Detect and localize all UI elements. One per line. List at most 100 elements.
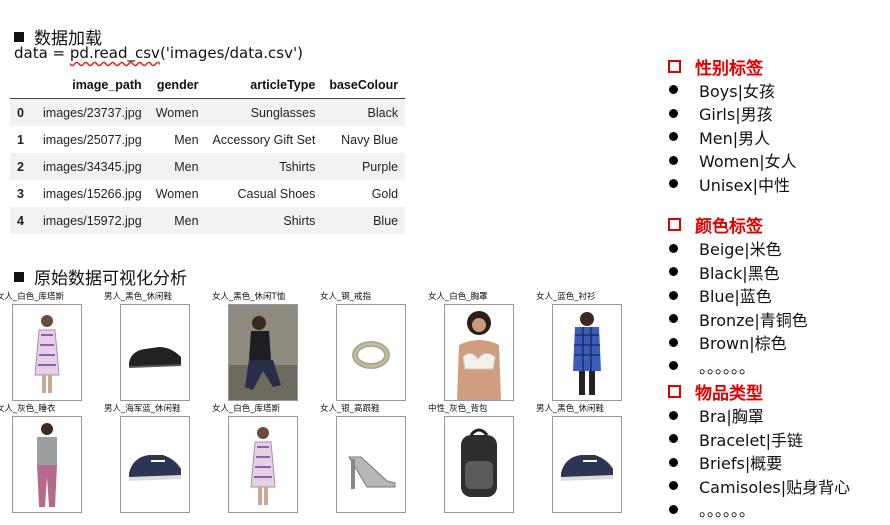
table-row: 0 images/23737.jpg Women Sunglasses Black	[10, 98, 406, 126]
table-cell-idx: 2	[10, 153, 36, 180]
table-cell-image_path: images/15266.jpg	[43, 186, 142, 201]
table-cell-image_path: images/23737.jpg	[36, 98, 149, 126]
gallery-caption: 女人_黑色_休闲T恤	[212, 292, 286, 302]
kurta-icon	[12, 304, 82, 401]
table-cell-articletype: Tshirts	[205, 153, 323, 180]
table-cell-basecolour: Purple	[322, 153, 406, 180]
table-row: 3 images/15266.jpg Women Casual Shoes Gold	[10, 180, 405, 207]
gallery-item: 中性_灰色_背包	[428, 402, 532, 513]
bullet-dot-icon	[669, 457, 678, 467]
label-text: 。。。。。。	[699, 357, 756, 377]
label-text: Unisex|中性	[699, 175, 791, 195]
heel-icon	[336, 416, 406, 513]
bullet-dot-icon	[669, 361, 678, 371]
label-text: Briefs|概要	[699, 454, 783, 474]
gallery-item: 女人_银_高跟鞋	[320, 402, 424, 513]
bullet-dot-icon	[669, 481, 678, 491]
table-cell-articletype: Casual Shoes	[237, 186, 316, 201]
shirt-icon	[552, 304, 622, 401]
gallery-caption: 男人_海军蓝_休闲鞋	[104, 404, 181, 414]
gallery-caption: 男人_黑色_休闲鞋	[104, 292, 173, 302]
table-cell-basecolour: Navy Blue	[341, 132, 399, 147]
table-cell-gender: Women	[148, 98, 206, 126]
gallery-item: 女人_灰色_睡衣	[0, 402, 100, 513]
table-cell-idx: 0	[10, 98, 36, 126]
label-list-item: Women|女人	[668, 149, 888, 173]
label-list-item: 。。。。。。	[668, 498, 888, 522]
bullet-dot-icon	[669, 243, 678, 253]
bullet-dot-icon	[669, 267, 678, 277]
label-list-item: Camisoles|贴身背心	[668, 474, 888, 498]
label-list-item: Boys|女孩	[668, 78, 888, 102]
kurta-icon	[228, 416, 298, 513]
bullet-dot-icon	[669, 108, 678, 118]
table-cell-articletype: Sunglasses	[205, 98, 323, 126]
gallery-caption: 女人_白色_库塔斯	[212, 404, 281, 414]
gallery-item: 女人_蓝色_衬衫	[536, 290, 640, 401]
gender-label-heading: 性别标签	[668, 54, 888, 79]
hollow-square-icon	[668, 59, 681, 73]
table-cell-image_path: images/25077.jpg	[43, 132, 142, 147]
sneaker-icon	[552, 416, 622, 513]
table-header-row: image_path gender articleType baseColour	[10, 72, 406, 99]
table-cell-gender: Men	[174, 132, 199, 147]
label-list-item: Blue|蓝色	[668, 284, 888, 308]
bullet-dot-icon	[669, 85, 678, 95]
label-text: Brown|棕色	[699, 334, 787, 354]
label-text: Bracelet|手链	[699, 430, 803, 450]
gallery-caption: 女人_蓝色_衬衫	[536, 292, 596, 302]
label-list-item: Bracelet|手链	[668, 427, 888, 451]
bullet-dot-icon	[669, 290, 678, 300]
table-row: 2 images/34345.jpg Men Tshirts Purple	[10, 153, 406, 180]
bullet-dot-icon	[669, 155, 678, 165]
bullet-dot-icon	[669, 504, 678, 514]
label-text: Boys|女孩	[699, 81, 775, 101]
bra-icon	[444, 304, 514, 401]
gallery-item: 男人_黑色_休闲鞋	[536, 402, 640, 513]
gallery-item: 女人_白色_库塔斯	[212, 402, 316, 513]
label-text: Beige|米色	[699, 240, 782, 260]
color-label-heading: 颜色标签	[668, 213, 888, 237]
ring-icon	[336, 304, 406, 401]
table-cell-idx: 1	[17, 132, 24, 147]
table-cell-idx: 3	[17, 186, 24, 201]
label-list-item: Girls|男孩	[668, 102, 888, 126]
gallery-caption: 男人_黑色_休闲鞋	[536, 404, 605, 414]
gallery-caption: 女人_白色_胸罩	[428, 292, 488, 302]
label-list-item: Black|黑色	[668, 260, 888, 284]
gallery-item: 女人_钢_戒指	[320, 290, 424, 401]
bullet-dot-icon	[669, 434, 678, 444]
type-label-heading: 物品类型	[668, 380, 888, 404]
table-row: 4 images/15972.jpg Men Shirts Blue	[10, 207, 406, 234]
table-cell-basecolour: Gold	[371, 186, 399, 201]
table-cell-basecolour: Blue	[322, 207, 406, 234]
bullet-dot-icon	[669, 410, 678, 420]
label-list-item: Bronze|青铜色	[668, 307, 888, 331]
gallery-item: 女人_白色_胸罩	[428, 290, 532, 401]
table-cell-idx: 4	[10, 207, 36, 234]
label-list-item: Men|男人	[668, 125, 888, 149]
table-cell-gender: Men	[148, 153, 206, 180]
label-list-item: Brown|棕色	[668, 331, 888, 355]
gallery-caption: 女人_银_高跟鞋	[320, 404, 380, 414]
label-text: Blue|蓝色	[699, 287, 772, 307]
gallery-caption: 中性_灰色_背包	[428, 404, 488, 414]
gallery-item: 男人_黑色_休闲鞋	[104, 290, 208, 401]
table-cell-gender: Men	[148, 207, 206, 234]
label-text: Men|男人	[699, 128, 771, 148]
label-text: 。。。。。。	[699, 501, 756, 521]
square-bullet-icon	[14, 271, 24, 282]
gallery-item: 女人_黑色_休闲T恤	[212, 290, 316, 401]
label-list-item: Beige|米色	[668, 237, 888, 261]
hollow-square-icon	[668, 218, 681, 231]
bullet-dot-icon	[669, 337, 678, 347]
label-list-item: Unisex|中性	[668, 172, 888, 196]
sneaker-icon	[120, 416, 190, 513]
tshirt-icon	[228, 304, 298, 401]
shoe-icon	[120, 304, 190, 401]
table-row: 1 images/25077.jpg Men Accessory Gift Set Na…	[10, 126, 405, 153]
square-bullet-icon	[14, 31, 24, 42]
bullet-dot-icon	[669, 314, 678, 324]
gallery-caption: 女人_灰色_睡衣	[0, 404, 56, 414]
gallery-caption: 女人_钢_戒指	[320, 292, 372, 302]
